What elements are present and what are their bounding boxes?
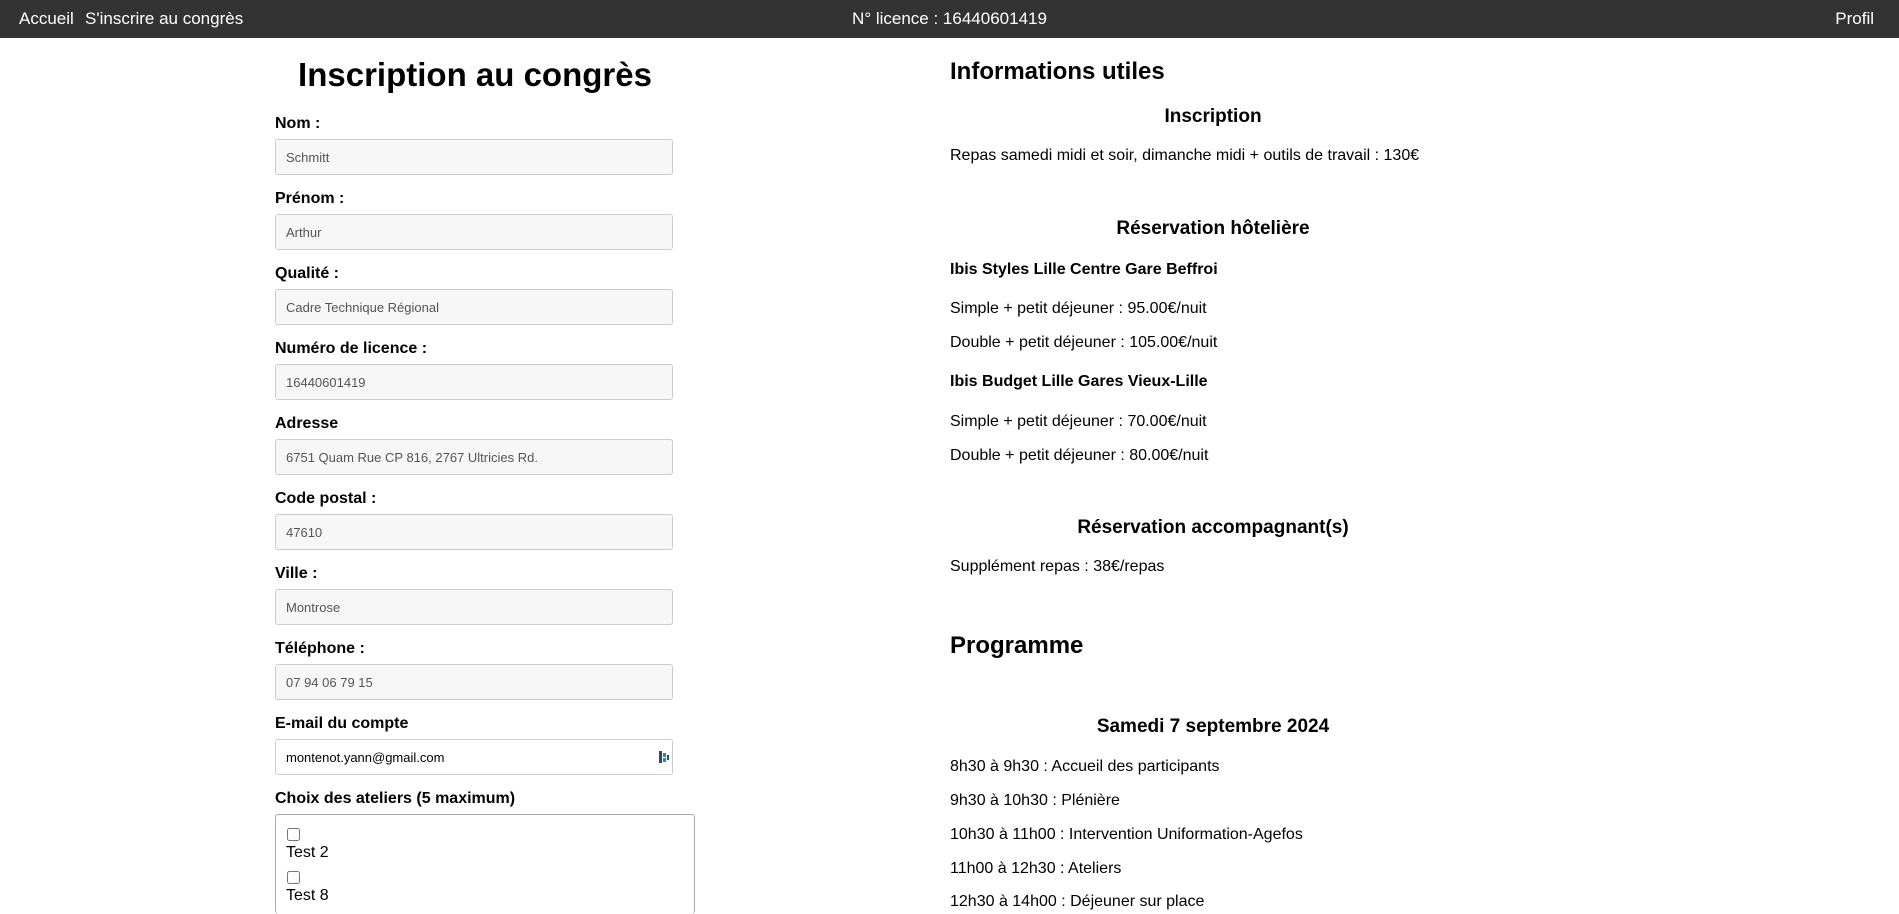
atelier-checkbox[interactable]: [287, 871, 300, 884]
password-manager-icon[interactable]: [658, 749, 670, 765]
code-postal-input[interactable]: [275, 514, 673, 550]
top-navbar: Accueil S'inscrire au congrès N° licence…: [0, 0, 1899, 38]
adresse-input[interactable]: [275, 439, 673, 475]
qualite-input[interactable]: [275, 289, 673, 325]
ateliers-list[interactable]: Test 2 Test 8: [275, 814, 695, 914]
prenom-input[interactable]: [275, 214, 673, 250]
email-label: E-mail du compte: [275, 715, 409, 732]
inscription-heading: Inscription: [1164, 106, 1262, 127]
atelier-label: Test 2: [286, 844, 329, 861]
code-postal-label: Code postal :: [275, 490, 377, 507]
hotel-name: Ibis Budget Lille Gares Vieux-Lille: [950, 373, 1208, 390]
page-title: Inscription au congrès: [298, 56, 652, 93]
nom-label: Nom :: [275, 115, 321, 132]
programme-item: 12h30 à 14h00 : Déjeuner sur place: [950, 893, 1205, 910]
telephone-label: Téléphone :: [275, 640, 365, 657]
licence-input[interactable]: [275, 364, 673, 400]
email-input[interactable]: [275, 739, 673, 775]
hotel-heading: Réservation hôtelière: [1116, 218, 1310, 239]
ville-input[interactable]: [275, 589, 673, 625]
nom-input[interactable]: [275, 139, 673, 175]
info-title: Informations utiles: [950, 58, 1165, 85]
companion-text: Supplément repas : 38€/repas: [950, 558, 1165, 575]
qualite-label: Qualité :: [275, 265, 340, 282]
programme-item: 11h00 à 12h30 : Ateliers: [950, 860, 1122, 877]
ville-label: Ville :: [275, 565, 318, 582]
inscription-text: Repas samedi midi et soir, dimanche midi…: [950, 147, 1420, 164]
programme-item: 8h30 à 9h30 : Accueil des participants: [950, 758, 1220, 775]
atelier-label: Test 8: [286, 887, 329, 904]
hotel-price: Simple + petit déjeuner : 95.00€/nuit: [950, 300, 1207, 317]
license-number: N° licence : 16440601419: [852, 9, 1047, 28]
companion-heading: Réservation accompagnant(s): [1077, 517, 1349, 538]
nav-profile-link[interactable]: Profil: [1835, 9, 1874, 29]
hotel-price: Double + petit déjeuner : 80.00€/nuit: [950, 447, 1209, 464]
hotel-name: Ibis Styles Lille Centre Gare Beffroi: [950, 261, 1218, 278]
licence-label: Numéro de licence :: [275, 340, 428, 357]
adresse-label: Adresse: [275, 415, 339, 432]
telephone-input[interactable]: [275, 664, 673, 700]
prenom-label: Prénom :: [275, 190, 345, 207]
atelier-checkbox[interactable]: [287, 828, 300, 841]
programme-day: Samedi 7 septembre 2024: [1096, 716, 1330, 737]
programme-title: Programme: [950, 632, 1084, 659]
programme-item: 10h30 à 11h00 : Intervention Uniformatio…: [950, 826, 1303, 843]
hotel-price: Double + petit déjeuner : 105.00€/nuit: [950, 334, 1218, 351]
hotel-price: Simple + petit déjeuner : 70.00€/nuit: [950, 413, 1207, 430]
ateliers-label: Choix des ateliers (5 maximum): [275, 790, 516, 807]
programme-item: 9h30 à 10h30 : Plénière: [950, 792, 1120, 809]
